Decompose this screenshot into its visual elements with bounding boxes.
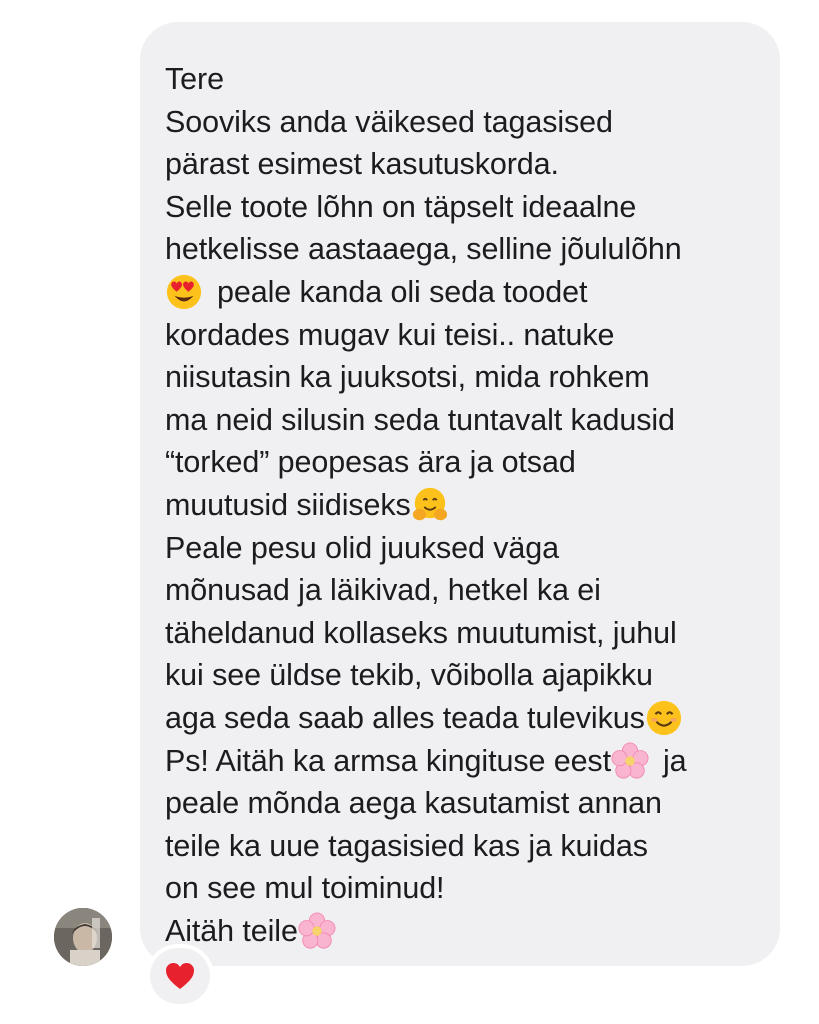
message-line: Sooviks anda väikesed tagasised — [165, 104, 613, 139]
hugging-face-icon — [411, 486, 449, 524]
message-line: on see mul toiminud! — [165, 871, 445, 906]
message-line: Peale pesu olid juuksed väga — [165, 530, 559, 565]
message-line: pärast esimest kasutuskorda. — [165, 147, 559, 182]
message-line-with-emoji: aga seda saab alles teada tulevikus — [165, 697, 760, 740]
message-line-with-emoji: Aitäh teile — [165, 910, 760, 953]
message-text: ja — [662, 743, 687, 778]
cherry-blossom-icon — [298, 912, 336, 950]
reaction-badge[interactable] — [150, 948, 210, 1004]
message-text: Ps! Aitäh ka armsa kingituse eest — [165, 743, 611, 778]
avatar[interactable] — [54, 908, 112, 966]
smiling-face-icon — [645, 699, 683, 737]
message-bubble[interactable]: Tere Sooviks anda väikesed tagasised pär… — [140, 22, 780, 966]
message-line: Selle toote lõhn on täpselt ideaalne — [165, 189, 637, 224]
message-text: aga seda saab alles teada tulevikus — [165, 700, 645, 735]
message-line: peale mõnda aega kasutamist annan — [165, 786, 662, 821]
message-line: Tere — [165, 62, 224, 96]
message-line: mõnusad ja läikivad, hetkel ka ei — [165, 573, 601, 608]
red-heart-icon — [166, 963, 194, 989]
message-text: peale kanda oli seda toodet — [217, 274, 588, 309]
message-text: muutusid siidiseks — [165, 487, 411, 522]
message-line: hetkelisse aastaaega, selline jõululõhn — [165, 232, 682, 267]
message-line: teile ka uue tagasisied kas ja kuidas — [165, 828, 648, 863]
message-line-with-emoji: Ps! Aitäh ka armsa kingituse eest ja — [165, 740, 760, 783]
cherry-blossom-icon — [611, 741, 649, 780]
message-line: ma neid silusin seda tuntavalt kadusid — [165, 402, 675, 437]
message-line: kordades mugav kui teisi.. natuke — [165, 317, 615, 352]
message-line: “torked” peopesas ära ja otsad — [165, 445, 576, 480]
message-line: täheldanud kollaseks muutumist, juhul — [165, 615, 677, 650]
message-line: niisutasin ka juuksotsi, mida rohkem — [165, 360, 650, 395]
message-line: kui see üldse tekib, võibolla ajapikku — [165, 658, 653, 693]
message-line-with-emoji: peale kanda oli seda toodet — [165, 271, 760, 314]
smiling-face-with-heart-eyes-icon — [165, 273, 203, 311]
message-text: Aitäh teile — [165, 913, 298, 948]
message-line-with-emoji: muutusid siidiseks — [165, 484, 760, 527]
